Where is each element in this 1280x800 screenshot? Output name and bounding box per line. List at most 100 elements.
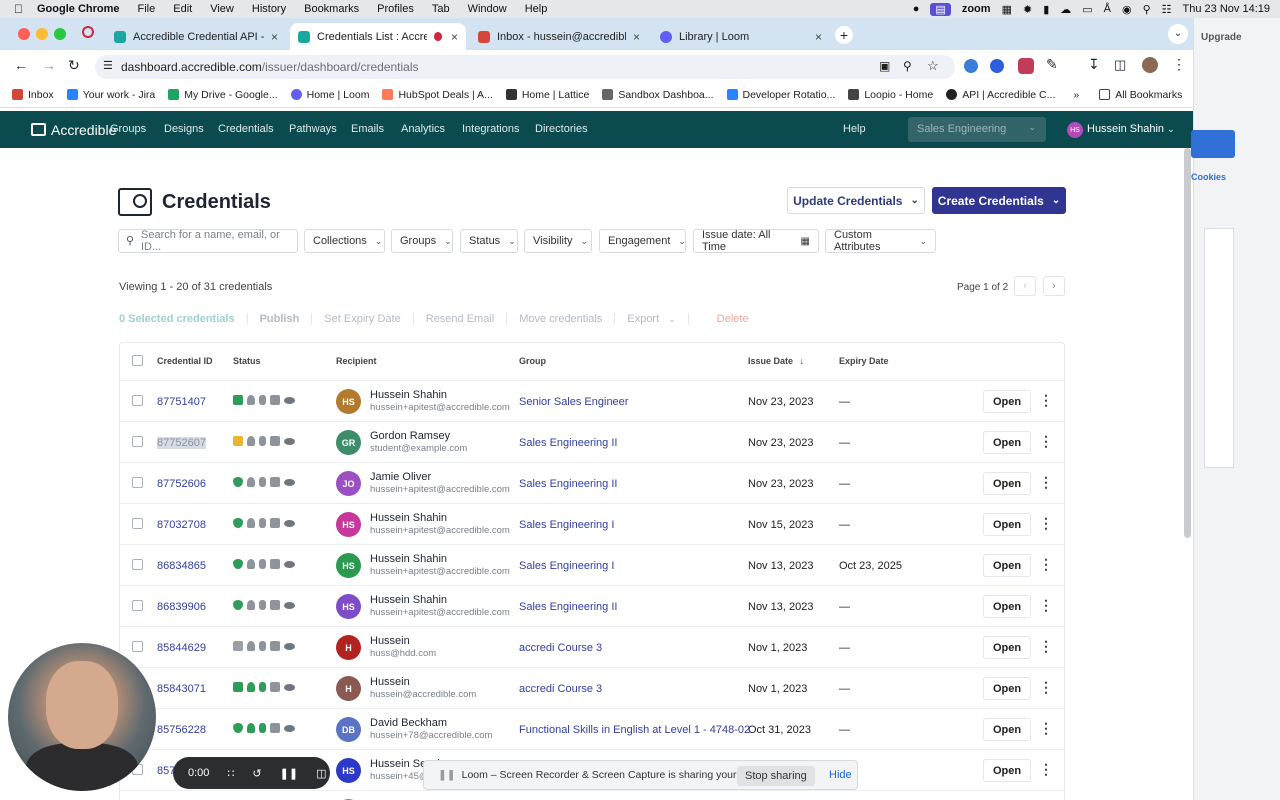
- open-button[interactable]: Open: [983, 390, 1031, 413]
- address-bar[interactable]: ☰ dashboard.accredible.com/issuer/dashbo…: [95, 55, 955, 79]
- mic-icon[interactable]: ●: [913, 3, 920, 15]
- bookmark-developer[interactable]: Developer Rotatio...: [726, 89, 835, 101]
- row-checkbox[interactable]: [132, 477, 143, 488]
- row-checkbox[interactable]: [132, 436, 143, 447]
- site-info-icon[interactable]: ☰: [103, 59, 113, 72]
- nav-pathways[interactable]: Pathways: [289, 123, 337, 135]
- bookmark-jira[interactable]: Your work - Jira: [66, 89, 155, 101]
- cloud-icon[interactable]: ☁: [1060, 3, 1071, 16]
- next-page-button[interactable]: ›: [1043, 276, 1065, 296]
- bookmark-hubspot[interactable]: HubSpot Deals | A...: [382, 89, 493, 101]
- stop-sharing-button[interactable]: Stop sharing: [737, 766, 815, 786]
- trash-icon[interactable]: ◫: [316, 767, 326, 780]
- cookies-link[interactable]: Cookies: [1191, 172, 1226, 182]
- more-bookmarks-icon[interactable]: »: [1073, 89, 1079, 101]
- apple-icon[interactable]: : [14, 2, 23, 16]
- clock[interactable]: Thu 23 Nov 14:19: [1183, 3, 1270, 15]
- nav-integrations[interactable]: Integrations: [462, 123, 519, 135]
- zoom-label[interactable]: zoom: [962, 3, 991, 15]
- group-link[interactable]: Functional Skills in English at Level 1 …: [519, 724, 750, 736]
- row-menu-icon[interactable]: ⋮: [1039, 598, 1053, 612]
- search-input[interactable]: ⚲ Search for a name, email, or ID...: [118, 229, 298, 253]
- close-tab-icon[interactable]: ×: [633, 30, 640, 44]
- table-row[interactable]: 84979264DBDavid BeckhamServSafe Alcohol …: [120, 790, 1064, 800]
- close-tab-icon[interactable]: ×: [451, 30, 458, 44]
- close-window-button[interactable]: [18, 28, 30, 40]
- user-avatar[interactable]: HS: [1067, 122, 1083, 138]
- table-row[interactable]: 87752606 JO Jamie Oliver hussein+apitest@ac…: [120, 462, 1064, 503]
- filter-status[interactable]: Status ⌄: [460, 229, 518, 253]
- row-checkbox[interactable]: [132, 600, 143, 611]
- table-row[interactable]: 85843071 H Hussein hussein@accredible.com ac…: [120, 667, 1064, 708]
- forward-arrow-icon[interactable]: →: [42, 57, 56, 73]
- filter-issue-date[interactable]: Issue date: All Time ▦: [693, 229, 819, 253]
- header-credential-id[interactable]: Credential ID: [157, 356, 213, 366]
- header-group[interactable]: Group: [519, 356, 546, 366]
- row-menu-icon[interactable]: ⋮: [1039, 516, 1053, 530]
- control-center-icon[interactable]: ☷: [1162, 3, 1172, 16]
- bookmark-inbox[interactable]: Inbox: [12, 89, 54, 101]
- select-all-checkbox[interactable]: [132, 355, 143, 366]
- open-button[interactable]: Open: [983, 595, 1031, 618]
- team-select[interactable]: Sales Engineering ⌄: [908, 117, 1046, 142]
- nav-groups[interactable]: Groups: [110, 123, 146, 135]
- resend-email-button[interactable]: Resend Email: [414, 313, 508, 325]
- open-button[interactable]: Open: [983, 554, 1031, 577]
- user-menu[interactable]: Hussein Shahin ⌄: [1087, 123, 1175, 135]
- prev-page-button[interactable]: ‹: [1014, 276, 1036, 296]
- group-link[interactable]: Senior Sales Engineer: [519, 396, 628, 408]
- bookmark-star-icon[interactable]: ☆: [927, 58, 939, 74]
- credential-id-link[interactable]: 85843071: [157, 683, 206, 695]
- recording-extension-icon[interactable]: [1018, 58, 1034, 74]
- nav-analytics[interactable]: Analytics: [401, 123, 445, 135]
- group-link[interactable]: Sales Engineering I: [519, 519, 614, 531]
- camera-icon[interactable]: ▣: [879, 59, 890, 73]
- tab-loom-library[interactable]: Library | Loom ×: [652, 23, 830, 50]
- table-row[interactable]: 87032708 HS Hussein Shahin hussein+apitest@…: [120, 503, 1064, 544]
- bookmark-sandbox[interactable]: Sandbox Dashboa...: [602, 89, 714, 101]
- puzzle-icon[interactable]: ✎: [1046, 56, 1058, 73]
- side-primary-button[interactable]: [1191, 130, 1235, 158]
- side-panel-icon[interactable]: ◫: [1114, 57, 1126, 73]
- header-expiry-date[interactable]: Expiry Date: [839, 356, 889, 366]
- menu-view[interactable]: View: [210, 3, 234, 15]
- row-checkbox[interactable]: [132, 641, 143, 652]
- profile-avatar[interactable]: [1142, 57, 1158, 73]
- nav-credentials[interactable]: Credentials: [218, 123, 274, 135]
- open-button[interactable]: Open: [983, 513, 1031, 536]
- group-link[interactable]: accredi Course 3: [519, 683, 602, 695]
- filter-collections[interactable]: Collections ⌄: [304, 229, 385, 253]
- row-checkbox[interactable]: [132, 559, 143, 570]
- credential-id-link[interactable]: 85756228: [157, 724, 206, 736]
- webcam-bubble[interactable]: [8, 643, 156, 791]
- pause-icon[interactable]: ❚❚: [280, 767, 298, 780]
- row-menu-icon[interactable]: ⋮: [1039, 762, 1053, 776]
- menu-file[interactable]: File: [138, 3, 156, 15]
- drag-grid-icon[interactable]: ∷: [227, 767, 234, 780]
- status-icon[interactable]: ▮: [1043, 3, 1049, 16]
- nav-directories[interactable]: Directories: [535, 123, 588, 135]
- minimize-window-button[interactable]: [36, 28, 48, 40]
- close-tab-icon[interactable]: ×: [815, 30, 822, 44]
- row-menu-icon[interactable]: ⋮: [1039, 475, 1053, 489]
- row-menu-icon[interactable]: ⋮: [1039, 721, 1053, 735]
- table-row[interactable]: 86839906 HS Hussein Shahin hussein+apitest@…: [120, 585, 1064, 626]
- bookmark-loom[interactable]: Home | Loom: [290, 89, 369, 101]
- bookmark-lattice[interactable]: Home | Lattice: [505, 89, 589, 101]
- tab-inbox[interactable]: Inbox - hussein@accredible.c ×: [470, 23, 648, 50]
- tab-accredible-api[interactable]: Accredible Credential API - A ×: [106, 23, 286, 50]
- group-link[interactable]: Sales Engineering II: [519, 478, 617, 490]
- open-button[interactable]: Open: [983, 677, 1031, 700]
- table-row[interactable]: 85844629 H Hussein huss@hdd.com accredi Cour…: [120, 626, 1064, 667]
- table-row[interactable]: 87752607 GR Gordon Ramsey student@example.c…: [120, 421, 1064, 462]
- row-menu-icon[interactable]: ⋮: [1039, 680, 1053, 694]
- gear-icon[interactable]: ✹: [1023, 3, 1032, 16]
- maximize-window-button[interactable]: [54, 28, 66, 40]
- reload-icon[interactable]: ↻: [68, 57, 80, 74]
- screen-share-icon[interactable]: ▤: [930, 2, 951, 16]
- all-bookmarks-folder[interactable]: All Bookmarks: [1099, 89, 1182, 101]
- group-link[interactable]: Sales Engineering II: [519, 437, 617, 449]
- menu-history[interactable]: History: [252, 3, 286, 15]
- header-issue-date[interactable]: Issue Date ↓: [748, 356, 804, 366]
- brand-name[interactable]: Accredible: [51, 122, 116, 138]
